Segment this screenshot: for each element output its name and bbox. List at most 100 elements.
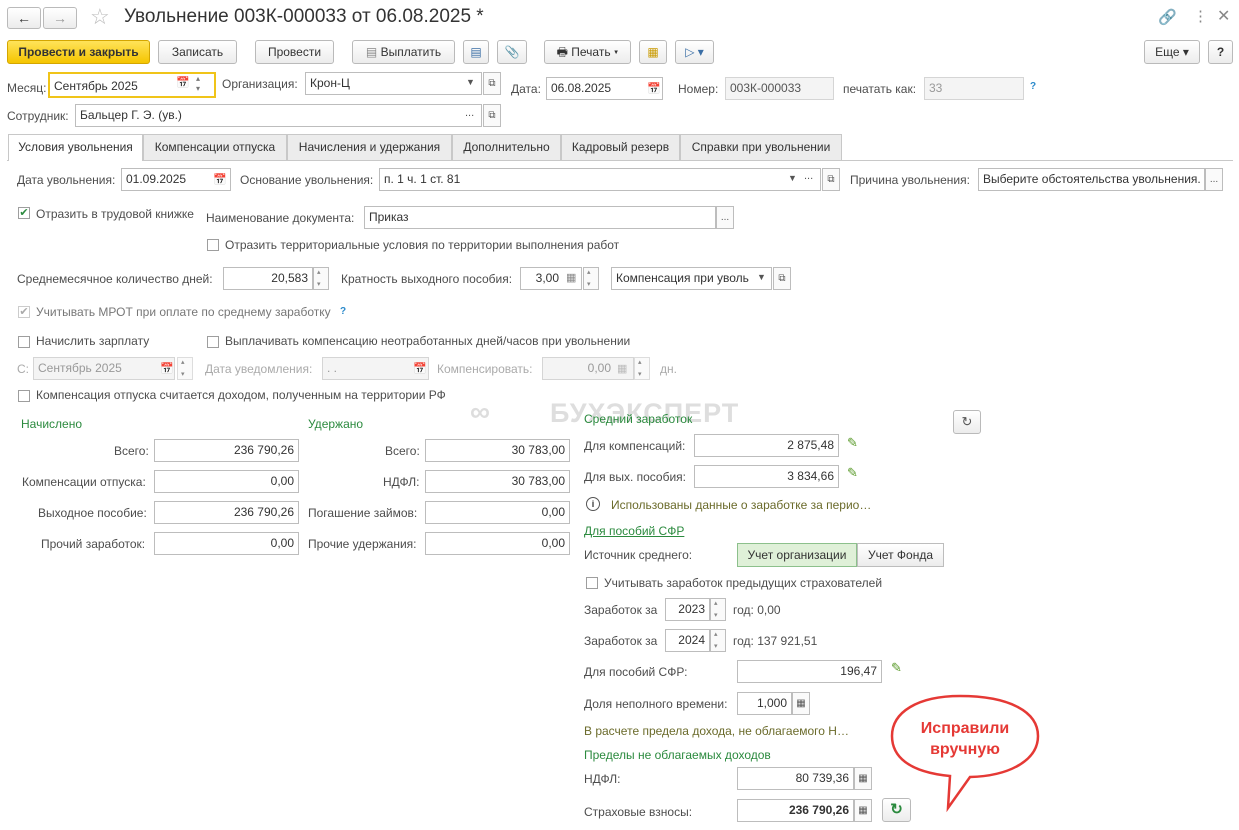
employee-select-icon[interactable]: ... xyxy=(465,107,474,119)
org-field[interactable]: Крон-Ц xyxy=(305,72,482,95)
comp-avg-field[interactable]: 2 875,48 xyxy=(694,434,839,457)
basis-dropdown-icon[interactable]: ▼ xyxy=(788,173,797,183)
tab-vacation-compensation[interactable]: Компенсации отпуска xyxy=(143,134,287,160)
star-icon[interactable]: ☆ xyxy=(90,4,110,30)
mrot-checkbox[interactable]: ✔ xyxy=(18,306,30,318)
sfr-edit-icon[interactable]: ✎ xyxy=(891,660,907,676)
workbook-checkbox[interactable]: ✔ xyxy=(18,207,30,219)
year1-field[interactable]: 2023 xyxy=(665,598,710,621)
post-button[interactable]: Провести xyxy=(255,40,334,64)
reason-select-icon[interactable]: ... xyxy=(1205,168,1223,191)
accrued-title: Начислено xyxy=(21,417,83,431)
pay-button[interactable]: ▤ Выплатить xyxy=(352,40,455,64)
sfr-label: Для пособий СФР: xyxy=(584,665,688,679)
doc-name-field[interactable]: Приказ xyxy=(364,206,716,229)
year2-field[interactable]: 2024 xyxy=(665,629,710,652)
accrue-salary-checkbox[interactable] xyxy=(18,336,30,348)
refresh-average-button[interactable]: ↻ xyxy=(953,410,981,434)
parttime-field[interactable]: 1,000 xyxy=(737,692,792,715)
date-field[interactable]: 06.08.2025 xyxy=(546,77,663,100)
create-based-button[interactable]: ▷ ▾ xyxy=(675,40,714,64)
pay-label: Выплатить xyxy=(380,45,442,59)
doc-name-select-icon[interactable]: ... xyxy=(716,206,734,229)
withheld-other-field[interactable]: 0,00 xyxy=(425,532,570,555)
withheld-total-field[interactable]: 30 783,00 xyxy=(425,439,570,462)
watermark-logo-icon: ∞ xyxy=(470,396,490,427)
tab-accruals-deductions[interactable]: Начисления и удержания xyxy=(287,134,452,160)
month-label: Месяц: xyxy=(7,81,47,95)
territorial-checkbox[interactable] xyxy=(207,239,219,251)
link-icon[interactable]: 🔗 xyxy=(1158,8,1177,26)
sev-avg-edit-icon[interactable]: ✎ xyxy=(847,465,863,481)
year1-spin-icon[interactable] xyxy=(710,598,726,621)
mrot-help[interactable]: ? xyxy=(340,306,346,317)
report-icon-button[interactable]: ▦ xyxy=(639,40,667,64)
multiplicity-spin-icon[interactable] xyxy=(583,267,599,290)
print-button[interactable]: 🖶 Печать ▾ xyxy=(544,40,631,64)
employee-field[interactable]: Бальцер Г. Э. (ув.) xyxy=(75,104,482,127)
close-icon[interactable]: ✕ xyxy=(1217,6,1230,26)
date-label: Дата: xyxy=(511,82,541,96)
avg-days-field[interactable]: 20,583 xyxy=(223,267,313,290)
comp-avg-label: Для компенсаций: xyxy=(584,439,686,453)
month-spin-icon[interactable]: ▴ ▾ xyxy=(196,74,200,94)
multiplicity-calc-icon[interactable]: ▦ xyxy=(566,271,576,284)
parttime-calc-icon[interactable]: ▦ xyxy=(792,692,810,715)
ndfl-limit-field[interactable]: 80 739,36 xyxy=(737,767,854,790)
tab-personnel-reserve[interactable]: Кадровый резерв xyxy=(561,134,680,160)
reason-field[interactable]: Выберите обстоятельства увольнения. xyxy=(978,168,1205,191)
comp-select-dropdown-icon[interactable]: ▼ xyxy=(757,272,766,282)
accrued-severance-field[interactable]: 236 790,26 xyxy=(154,501,299,524)
sfr-link[interactable]: Для пособий СФР xyxy=(584,524,684,538)
notice-date-label: Дата уведомления: xyxy=(205,362,313,376)
source-fund-button[interactable]: Учет Фонда xyxy=(857,543,944,567)
journal-icon-button[interactable]: ▤ xyxy=(463,40,489,64)
ins-limit-field[interactable]: 236 790,26 xyxy=(737,799,854,822)
ins-limit-label: Страховые взносы: xyxy=(584,805,693,819)
ndfl-limit-label: НДФЛ: xyxy=(584,772,621,786)
source-org-button[interactable]: Учет организации xyxy=(737,543,857,567)
basis-select-icon[interactable]: ... xyxy=(804,170,813,182)
back-button[interactable]: ← xyxy=(7,7,41,29)
comp-select[interactable]: Компенсация при уволь xyxy=(611,267,772,290)
more-button[interactable]: Еще ▾ xyxy=(1144,40,1200,64)
basis-open-icon[interactable]: ⧉ xyxy=(822,168,840,191)
attach-icon-button[interactable]: 📎 xyxy=(497,40,527,64)
print-as-field[interactable]: 33 xyxy=(924,77,1024,100)
comp-open-icon[interactable]: ⧉ xyxy=(773,267,791,290)
withheld-ndfl-label: НДФЛ: xyxy=(383,475,420,489)
org-open-icon[interactable]: ⧉ xyxy=(483,72,501,95)
tab-dismissal-conditions[interactable]: Условия увольнения xyxy=(8,134,143,161)
parttime-label: Доля неполного времени: xyxy=(584,697,728,711)
menu-dots-icon[interactable]: ⋮ xyxy=(1193,7,1208,25)
org-dropdown-icon[interactable]: ▼ xyxy=(466,77,475,87)
pay-comp-checkbox[interactable] xyxy=(207,336,219,348)
sev-avg-field[interactable]: 3 834,66 xyxy=(694,465,839,488)
accrued-other-field[interactable]: 0,00 xyxy=(154,532,299,555)
employee-open-icon[interactable]: ⧉ xyxy=(483,104,501,127)
prev-insurers-checkbox[interactable] xyxy=(586,577,598,589)
income-rf-checkbox[interactable] xyxy=(18,390,30,402)
month-field[interactable]: Сентябрь 2025 xyxy=(48,72,216,98)
tab-additional[interactable]: Дополнительно xyxy=(452,134,561,160)
forward-button[interactable]: → xyxy=(43,7,77,29)
help-button[interactable]: ? xyxy=(1208,40,1233,64)
save-button[interactable]: Записать xyxy=(158,40,237,64)
year2-spin-icon[interactable] xyxy=(710,629,726,652)
sfr-field[interactable]: 196,47 xyxy=(737,660,882,683)
post-and-close-button[interactable]: Провести и закрыть xyxy=(7,40,150,64)
dismissal-date-calendar-icon[interactable]: 📅 xyxy=(213,173,227,186)
print-as-help[interactable]: ? xyxy=(1030,81,1036,92)
number-field: 003К-000033 xyxy=(725,77,834,100)
withheld-title: Удержано xyxy=(308,417,364,431)
basis-field[interactable]: п. 1 ч. 1 ст. 81 xyxy=(379,168,821,191)
withheld-loans-field[interactable]: 0,00 xyxy=(425,501,570,524)
comp-avg-edit-icon[interactable]: ✎ xyxy=(847,435,863,451)
date-calendar-icon[interactable]: 📅 xyxy=(647,82,661,95)
withheld-ndfl-field[interactable]: 30 783,00 xyxy=(425,470,570,493)
accrued-total-field[interactable]: 236 790,26 xyxy=(154,439,299,462)
tab-certificates[interactable]: Справки при увольнении xyxy=(680,134,842,160)
accrued-vacation-field[interactable]: 0,00 xyxy=(154,470,299,493)
avg-days-spin-icon[interactable] xyxy=(313,267,329,290)
month-calendar-icon[interactable]: 📅 xyxy=(176,76,190,89)
